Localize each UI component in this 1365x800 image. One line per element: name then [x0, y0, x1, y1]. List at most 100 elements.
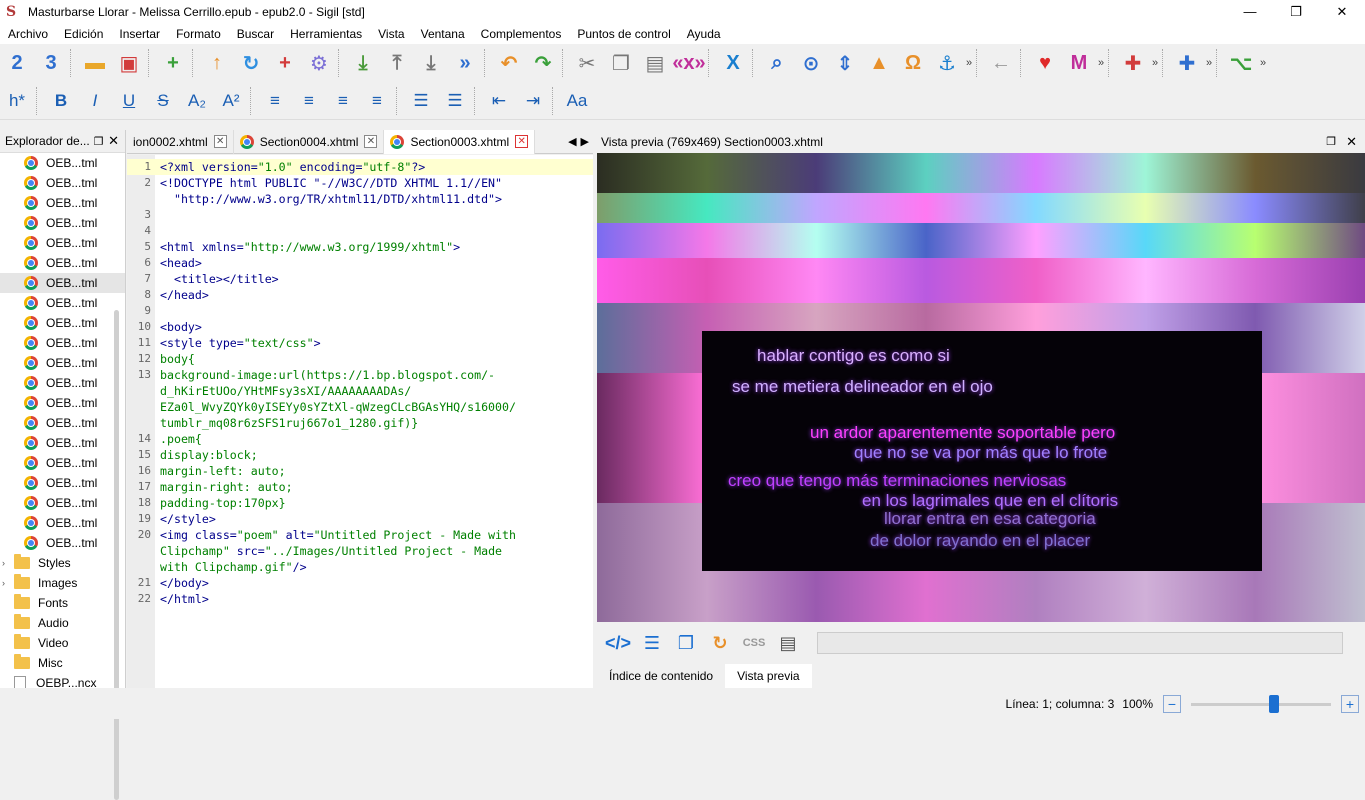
paste-icon[interactable]: ▤	[638, 47, 672, 79]
refresh-icon[interactable]: ↻	[234, 47, 268, 79]
menu-buscar[interactable]: Buscar	[229, 27, 282, 41]
code-line[interactable]: 6 <head>	[127, 255, 593, 271]
menu-edición[interactable]: Edición	[56, 27, 111, 41]
code-line[interactable]: 21 </body>	[127, 575, 593, 591]
file-item[interactable]: OEB...tml	[0, 173, 125, 193]
merge-icon[interactable]: ⤒	[380, 47, 414, 79]
select-all-icon[interactable]: ☰	[639, 630, 665, 656]
file-item[interactable]: OEB...tml	[0, 513, 125, 533]
file-item[interactable]: OEB...tml	[0, 213, 125, 233]
copy-icon[interactable]: ❐	[604, 47, 638, 79]
superscript-icon[interactable]: A²	[214, 85, 248, 117]
insert-plus-icon[interactable]: +	[268, 47, 302, 79]
file-item[interactable]: OEB...tml	[0, 413, 125, 433]
menu-ventana[interactable]: Ventana	[413, 27, 473, 41]
folder-styles[interactable]: › Styles	[0, 553, 125, 573]
code-clean-icon[interactable]: «x»	[672, 47, 706, 79]
align-left-icon[interactable]: ≡	[258, 85, 292, 117]
align-center-icon[interactable]: ≡	[292, 85, 326, 117]
zoom-slider-thumb[interactable]	[1269, 694, 1279, 713]
decrease-indent-icon[interactable]: ⇤	[482, 85, 516, 117]
code-line[interactable]: 5 <html xmlns="http://www.w3.org/1999/xht…	[127, 239, 593, 255]
file-item[interactable]: OEB...tml	[0, 273, 125, 293]
close-tab-icon[interactable]: ✕	[213, 135, 227, 148]
code-line[interactable]: 18 padding-top:170px}	[127, 495, 593, 511]
copy-preview-icon[interactable]: ❐	[673, 630, 699, 656]
cut-icon[interactable]: ✂	[570, 47, 604, 79]
up-arrow-icon[interactable]: ↑	[200, 47, 234, 79]
file-item[interactable]: OEB...tml	[0, 333, 125, 353]
insert-image-icon[interactable]: ▲	[862, 47, 896, 79]
file-item[interactable]: OEB...tml	[0, 453, 125, 473]
chevrons-icon[interactable]: »	[448, 47, 482, 79]
code-line[interactable]: tumblr_mq08r6zSFS1ruj667o1_1280.gif)}	[127, 415, 593, 431]
code-line[interactable]: 11 <style type="text/css">	[127, 335, 593, 351]
toolbar-overflow-icon[interactable]: »	[964, 57, 974, 69]
float-panel-icon[interactable]: ❐	[94, 135, 104, 148]
code-editor[interactable]: 1 <?xml version="1.0" encoding="utf-8"?> 2…	[127, 155, 593, 688]
zoom-slider[interactable]	[1191, 694, 1331, 713]
file-item[interactable]: OEB...tml	[0, 373, 125, 393]
anchor-icon[interactable]: ⚓	[930, 47, 964, 79]
file-item[interactable]: OEB...tml	[0, 313, 125, 333]
menu-formato[interactable]: Formato	[168, 27, 229, 41]
redo-icon[interactable]: ↷	[526, 47, 560, 79]
code-line[interactable]: 14 .poem{	[127, 431, 593, 447]
code-line[interactable]: 2 <!DOCTYPE html PUBLIC "-//W3C//DTD XHTM…	[127, 175, 593, 191]
file-item[interactable]: OEB...tml	[0, 253, 125, 273]
close-tab-icon[interactable]: ✕	[364, 135, 378, 148]
open-folder-icon[interactable]: ▬	[78, 47, 112, 79]
search-replace-icon[interactable]: ⊙	[794, 47, 828, 79]
folder-audio[interactable]: Audio	[0, 613, 125, 633]
text-case-icon[interactable]: Aa	[560, 85, 594, 117]
file-item[interactable]: OEB...tml	[0, 493, 125, 513]
settings-gear-icon[interactable]: ⚙	[302, 47, 336, 79]
file-item[interactable]: OEB...tml	[0, 293, 125, 313]
code-line[interactable]: 20 <img class="poem" alt="Untitled Projec…	[127, 527, 593, 543]
close-panel-icon[interactable]: ✕	[108, 133, 119, 149]
expand-arrow-icon[interactable]: ›	[2, 558, 12, 568]
back-arrow-icon[interactable]: ←	[984, 47, 1018, 79]
file-item[interactable]: OEB...tml	[0, 433, 125, 453]
code-line[interactable]: Clipchamp" src="../Images/Untitled Proje…	[127, 543, 593, 559]
folder-video[interactable]: Video	[0, 633, 125, 653]
code-line[interactable]: 10 <body>	[127, 319, 593, 335]
strikethrough-icon[interactable]: S	[146, 85, 180, 117]
code-line[interactable]: EZa0l_WvyZQYk0yISEYy0sYZtXl-qWzegCLcBGAs…	[127, 399, 593, 415]
file-item[interactable]: OEB...tml	[0, 233, 125, 253]
file-item[interactable]: OEB...tml	[0, 153, 125, 173]
close-preview-icon[interactable]: ✕	[1346, 134, 1357, 150]
split-down-icon[interactable]: ⤓	[346, 47, 380, 79]
numbered-list-icon[interactable]: ☰	[438, 85, 472, 117]
float-preview-icon[interactable]: ❐	[1326, 135, 1336, 148]
plugin-tree-icon[interactable]: ⌥	[1224, 47, 1258, 79]
m-plugin-icon[interactable]: M	[1062, 47, 1096, 79]
close-button[interactable]: ✕	[1319, 0, 1365, 23]
split-marker-icon[interactable]: ⇕	[828, 47, 862, 79]
plugin-red-icon[interactable]: ✚	[1116, 47, 1150, 79]
menu-ayuda[interactable]: Ayuda	[679, 27, 729, 41]
toolbar-overflow-icon[interactable]: »	[1150, 57, 1160, 69]
folder-fonts[interactable]: Fonts	[0, 593, 125, 613]
code-line[interactable]: 17 margin-right: auto;	[127, 479, 593, 495]
italic-icon[interactable]: I	[78, 85, 112, 117]
file-item[interactable]: OEB...tml	[0, 533, 125, 553]
tab-table-of-contents[interactable]: Índice de contenido	[597, 664, 725, 688]
search-icon[interactable]: ⌕	[760, 47, 794, 79]
code-line[interactable]: 19 </style>	[127, 511, 593, 527]
new-book-icon[interactable]: 2	[0, 47, 34, 79]
menu-vista[interactable]: Vista	[370, 27, 412, 41]
code-line[interactable]: "http://www.w3.org/TR/xhtml11/DTD/xhtml1…	[127, 191, 593, 207]
code-line[interactable]: d_hKirEtUOo/YHtMFsy3sXI/AAAAAAAADAs/	[127, 383, 593, 399]
code-line[interactable]: 9	[127, 303, 593, 319]
toolbar-overflow-icon[interactable]: »	[1204, 57, 1214, 69]
code-line[interactable]: 12 body{	[127, 351, 593, 367]
heart-icon[interactable]: ♥	[1028, 47, 1062, 79]
print-icon[interactable]: ▤	[775, 630, 801, 656]
new-book-3-icon[interactable]: 3	[34, 47, 68, 79]
menu-complementos[interactable]: Complementos	[473, 27, 570, 41]
code-line[interactable]: 8 </head>	[127, 287, 593, 303]
underline-icon[interactable]: U	[112, 85, 146, 117]
scroll-right-icon[interactable]: ▶	[581, 135, 589, 148]
code-line[interactable]: 13 background-image:url(https://1.bp.blog…	[127, 367, 593, 383]
